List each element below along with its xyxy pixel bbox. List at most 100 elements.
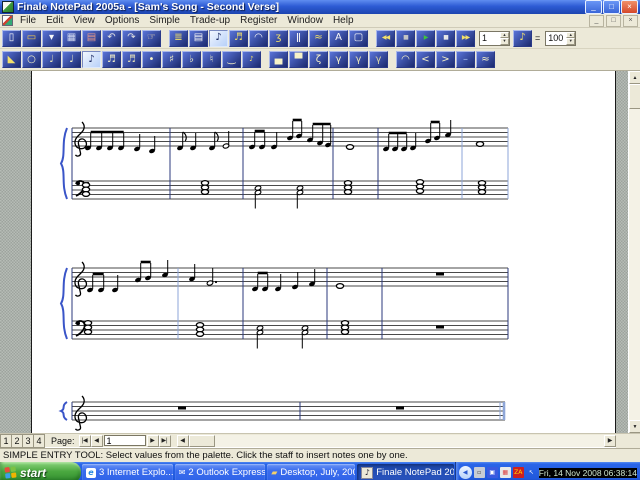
open-button[interactable]: ▭ — [22, 30, 41, 47]
page-tab-4[interactable]: 4 — [33, 434, 45, 448]
maximize-button[interactable]: □ — [603, 0, 620, 14]
first-page-button[interactable]: |◀ — [79, 435, 91, 447]
close-button[interactable]: × — [621, 0, 638, 14]
playback-forward-button[interactable]: ▶▶ — [456, 30, 475, 47]
task-finale-notepad[interactable]: ♪Finale NotePad 20... — [357, 464, 453, 480]
staff-tool-button[interactable]: ▤ — [189, 30, 208, 47]
open-menu-button[interactable]: ▾ — [42, 30, 61, 47]
playback-play-button[interactable]: ▶ — [416, 30, 435, 47]
tray-icons: ▫▣▦ZA↖ — [474, 467, 537, 478]
hscroll-left-button[interactable]: ◀ — [177, 435, 189, 447]
menu-options[interactable]: Options — [100, 15, 144, 26]
playback-pause-button[interactable]: ▮▮ — [436, 30, 455, 47]
minimize-button[interactable]: _ — [585, 0, 602, 14]
selection-tool-button[interactable]: ▢ — [349, 30, 368, 47]
hand-grabber-button[interactable]: ☞ — [142, 30, 161, 47]
half-rest-button[interactable]: ▀ — [289, 51, 308, 68]
spin-down-icon[interactable]: ▼ — [500, 38, 509, 45]
slur-button[interactable]: ◠ — [396, 51, 415, 68]
print-button[interactable]: ▤ — [82, 30, 101, 47]
whole-note-button[interactable]: ○ — [22, 51, 41, 68]
eighth-rest-button[interactable]: γ — [329, 51, 348, 68]
glissando-button[interactable]: ≈ — [476, 51, 495, 68]
simple-entry-tool-button[interactable]: ♪ — [209, 30, 228, 47]
page-tab-1[interactable]: 1 — [0, 434, 11, 448]
sixteenth-rest-button[interactable]: γ — [349, 51, 368, 68]
page-navigation-bar: 1234 Page: |◀ ◀ ▶ ▶| ◀ ▶ — [0, 433, 640, 447]
task-desktop-folder[interactable]: ▰Desktop, July, 2008 — [267, 464, 355, 480]
sixteenth-note-button[interactable]: ♬ — [102, 51, 121, 68]
tray-icon-2[interactable]: ▣ — [487, 467, 498, 478]
natural-button[interactable]: ♮ — [202, 51, 221, 68]
whole-rest-button[interactable]: ▄ — [269, 51, 288, 68]
scroll-down-button[interactable]: ▼ — [629, 420, 640, 433]
eighth-note-button[interactable]: ♪ — [82, 51, 101, 68]
scroll-up-button[interactable]: ▲ — [629, 71, 640, 84]
clef-tool-button[interactable]: ʒ — [269, 30, 288, 47]
horizontal-scroll-track[interactable] — [215, 435, 604, 447]
half-note-button[interactable]: ♩ — [42, 51, 61, 68]
menu-edit[interactable]: Edit — [41, 15, 68, 26]
menu-window[interactable]: Window — [282, 15, 328, 26]
score-view[interactable]: ▲ ▼ — [0, 71, 640, 433]
menu-view[interactable]: View — [68, 15, 100, 26]
text-tool-button[interactable]: A — [329, 30, 348, 47]
tray-icon-1[interactable]: ▫ — [474, 467, 485, 478]
mdi-minimize-button[interactable]: _ — [589, 15, 604, 27]
tray-collapse-icon[interactable]: ◀ — [459, 466, 472, 479]
decrescendo-button[interactable]: > — [436, 51, 455, 68]
tray-icon-zonealarm[interactable]: ZA — [513, 467, 524, 478]
undo-button[interactable]: ↶ — [102, 30, 121, 47]
augmentation-dot-icon: • — [149, 55, 155, 65]
thirtysecond-rest-button[interactable]: γ — [369, 51, 388, 68]
tray-icon-3[interactable]: ▦ — [500, 467, 511, 478]
quarter-note-button[interactable]: ♩ — [62, 51, 81, 68]
flat-button[interactable]: ♭ — [182, 51, 201, 68]
menu-simple[interactable]: Simple — [144, 15, 185, 26]
menu-help[interactable]: Help — [328, 15, 359, 26]
vertical-scrollbar[interactable]: ▲ ▼ — [628, 71, 640, 433]
save-button[interactable]: ▦ — [62, 30, 81, 47]
measure-counter[interactable]: 1 ▲ ▼ — [479, 31, 510, 46]
start-button[interactable]: start — [0, 462, 81, 480]
spin-down-icon[interactable]: ▼ — [566, 38, 575, 45]
articulation-tool-button[interactable]: ≈ — [309, 30, 328, 47]
tempo-note-button[interactable]: ♪ — [513, 30, 532, 47]
score-page[interactable] — [31, 71, 616, 433]
tray-icon-pointer[interactable]: ↖ — [526, 467, 537, 478]
augmentation-dot-button[interactable]: • — [142, 51, 161, 68]
eraser-button[interactable]: ◣ — [2, 51, 21, 68]
quarter-rest-button[interactable]: ζ — [309, 51, 328, 68]
menu-file[interactable]: File — [15, 15, 41, 26]
sharp-button[interactable]: ♯ — [162, 51, 181, 68]
thirtysecond-note-button[interactable]: ♬ — [122, 51, 141, 68]
prev-page-button[interactable]: ◀ — [91, 435, 103, 447]
menu-tradeup[interactable]: Trade-up — [185, 15, 235, 26]
last-page-button[interactable]: ▶| — [159, 435, 171, 447]
playback-stop-button[interactable]: ■ — [396, 30, 415, 47]
page-tab-2[interactable]: 2 — [11, 434, 22, 448]
new-button[interactable]: ▯ — [2, 30, 21, 47]
page-number-input[interactable] — [104, 435, 146, 446]
tie-button[interactable]: ‿ — [222, 51, 241, 68]
mdi-restore-button[interactable]: □ — [606, 15, 621, 27]
redo-button[interactable]: ↷ — [122, 30, 141, 47]
smart-shape-tool-button[interactable]: ◠ — [249, 30, 268, 47]
crescendo-button[interactable]: < — [416, 51, 435, 68]
tempo-counter[interactable]: 100 ▲ ▼ — [545, 31, 576, 46]
measure-tool-button[interactable]: ǁ — [289, 30, 308, 47]
page-tab-3[interactable]: 3 — [22, 434, 33, 448]
menu-register[interactable]: Register — [235, 15, 282, 26]
hscroll-right-button[interactable]: ▶ — [604, 435, 616, 447]
grace-note-button[interactable]: ♪ — [242, 51, 261, 68]
horizontal-scroll-thumb[interactable] — [189, 435, 215, 447]
vertical-scroll-thumb[interactable] — [629, 84, 640, 109]
dash-button[interactable]: – — [456, 51, 475, 68]
lyrics-tool-button[interactable]: ≣ — [169, 30, 188, 47]
repitch-tool-button[interactable]: ♬ — [229, 30, 248, 47]
task-internet-explorer[interactable]: e3 Internet Explo...▾ — [82, 464, 173, 480]
playback-rewind-button[interactable]: ◀◀ — [376, 30, 395, 47]
mdi-close-button[interactable]: × — [623, 15, 638, 27]
task-outlook-express[interactable]: ✉2 Outlook Express▾ — [175, 464, 266, 480]
next-page-button[interactable]: ▶ — [147, 435, 159, 447]
